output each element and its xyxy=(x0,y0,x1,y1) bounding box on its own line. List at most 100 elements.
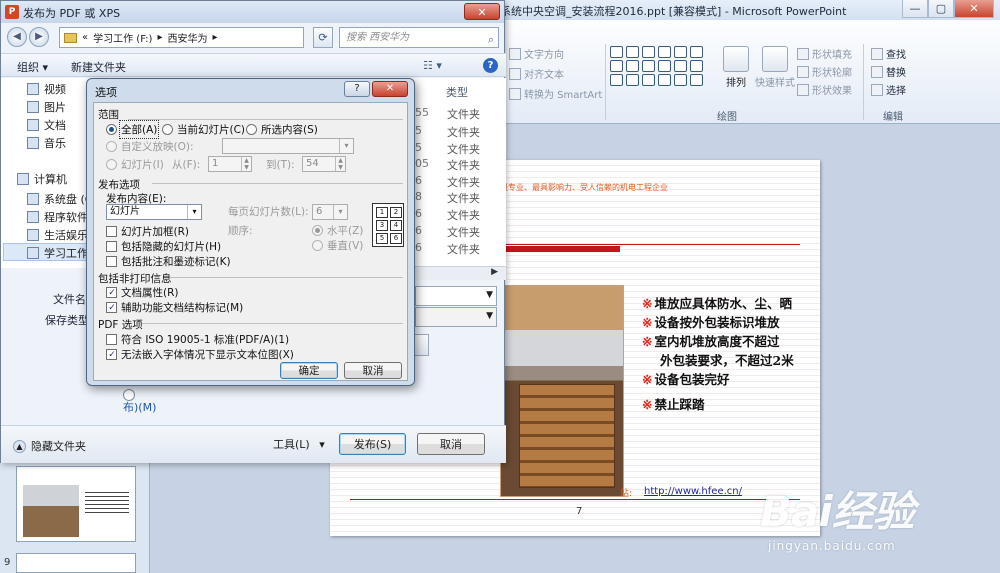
nav-item-pictures[interactable]: 图片 xyxy=(27,99,66,115)
help-icon[interactable]: ? xyxy=(344,81,370,97)
slide-thumbnail[interactable] xyxy=(16,553,136,573)
shape-brace-icon[interactable] xyxy=(674,74,687,86)
quick-styles-button[interactable]: 快速样式 xyxy=(755,46,795,89)
shape-triangle-icon[interactable] xyxy=(642,60,655,72)
shape-line-icon[interactable] xyxy=(658,46,671,58)
shape-rect-icon[interactable] xyxy=(610,46,623,58)
publish-option-label[interactable]: 布)(M) xyxy=(123,399,156,415)
file-type-cell[interactable]: 文件夹 xyxy=(447,224,480,240)
slides-per-page-select[interactable]: 6 ▾ xyxy=(312,204,348,220)
shape-oval-icon[interactable] xyxy=(626,60,639,72)
order-horizontal-radio[interactable]: 水平(Z) xyxy=(312,223,363,238)
arrange-button[interactable]: 排列 xyxy=(723,46,749,89)
close-icon[interactable]: ✕ xyxy=(372,81,408,97)
shape-outline-button[interactable]: 形状轮廓 xyxy=(797,64,852,79)
document-properties-checkbox[interactable]: 文档属性(R) xyxy=(106,285,179,300)
view-options-icon[interactable]: ☷ ▾ xyxy=(423,59,442,72)
ok-button[interactable]: 确定 xyxy=(280,362,338,379)
minimize-icon[interactable]: — xyxy=(902,0,928,18)
back-arrow-icon[interactable]: ◀ xyxy=(7,27,27,47)
address-bar[interactable]: « 学习工作 (F:) ▸ 西安华为 ▸ xyxy=(59,27,304,48)
shape-fill-button[interactable]: 形状填充 xyxy=(797,46,852,61)
maximize-icon[interactable]: ▢ xyxy=(928,0,954,18)
hide-folders-toggle[interactable]: ▲ 隐藏文件夹 xyxy=(13,438,86,454)
scroll-right-icon[interactable]: ▶ xyxy=(491,267,498,277)
savetype-select[interactable]: ▼ xyxy=(415,307,497,327)
range-slides-radio[interactable]: 幻灯片(I) xyxy=(106,157,164,172)
range-custom-show-radio[interactable]: 自定义放映(O): xyxy=(106,139,194,154)
nav-item-drive-d[interactable]: 程序软件 xyxy=(27,209,88,225)
spinner-arrows-icon[interactable]: ▲ ▼ xyxy=(335,157,345,171)
shape-rect-icon[interactable] xyxy=(674,46,687,58)
slide-url[interactable]: http://www.hfee.cn/ xyxy=(644,486,742,497)
file-type-cell[interactable]: 文件夹 xyxy=(447,157,480,173)
shape-star-icon[interactable] xyxy=(690,74,703,86)
file-type-cell[interactable]: 文件夹 xyxy=(447,174,480,190)
accessibility-tags-checkbox[interactable]: 辅助功能文档结构标记(M) xyxy=(106,300,243,315)
nav-item-videos[interactable]: 视频 xyxy=(27,81,66,97)
shape-textbox-icon[interactable] xyxy=(626,46,639,58)
search-icon[interactable]: ⌕ xyxy=(488,30,494,49)
column-header-type[interactable]: 类型 xyxy=(446,84,468,100)
close-icon[interactable]: ✕ xyxy=(464,3,500,20)
nav-item-drive-f[interactable]: 学习工作 xyxy=(27,245,88,261)
select-button[interactable]: 选择 xyxy=(871,82,906,97)
shape-rect-icon[interactable] xyxy=(610,60,623,72)
organize-button[interactable]: 组织 ▾ xyxy=(17,59,48,75)
find-button[interactable]: 查找 xyxy=(871,46,906,61)
chevron-right-icon[interactable]: ▸ xyxy=(157,32,162,43)
file-type-cell[interactable]: 文件夹 xyxy=(447,190,480,206)
chevron-down-icon[interactable]: ▼ xyxy=(486,311,493,321)
refresh-icon[interactable]: ⟳ xyxy=(313,27,333,48)
file-type-cell[interactable]: 文件夹 xyxy=(447,241,480,257)
address-segment[interactable]: 西安华为 xyxy=(167,30,207,45)
pdfa-checkbox[interactable]: 符合 ISO 19005-1 标准(PDF/A)(1) xyxy=(106,332,289,347)
file-type-cell[interactable]: 文件夹 xyxy=(447,106,480,122)
nav-item-drive-e[interactable]: 生活娱乐 xyxy=(27,227,88,243)
shape-star-icon[interactable] xyxy=(626,74,639,86)
chevron-down-icon[interactable]: ▼ xyxy=(486,290,493,300)
shape-arrow-icon[interactable] xyxy=(690,60,703,72)
range-selection-radio[interactable]: 所选内容(S) xyxy=(246,122,318,137)
shapes-gallery[interactable] xyxy=(610,46,704,86)
slide-thumbnail[interactable] xyxy=(16,466,136,542)
file-type-cell[interactable]: 文件夹 xyxy=(447,141,480,157)
close-icon[interactable]: ✕ xyxy=(954,0,994,18)
range-current-radio[interactable]: 当前幻灯片(C) xyxy=(162,122,245,137)
cancel-button[interactable]: 取消 xyxy=(417,433,485,455)
convert-smartart-button[interactable]: 转换为 SmartArt xyxy=(509,86,602,101)
shape-line-icon[interactable] xyxy=(642,46,655,58)
file-type-cell[interactable]: 文件夹 xyxy=(447,207,480,223)
chevron-right-icon[interactable]: ▸ xyxy=(212,32,217,43)
replace-button[interactable]: 替换 xyxy=(871,64,906,79)
forward-arrow-icon[interactable]: ▶ xyxy=(29,27,49,47)
address-segment[interactable]: 学习工作 (F:) xyxy=(93,30,152,45)
include-hidden-checkbox[interactable]: 包括隐藏的幻灯片(H) xyxy=(106,239,221,254)
shape-curve-icon[interactable] xyxy=(642,74,655,86)
align-text-button[interactable]: 对齐文本 xyxy=(509,66,564,81)
range-all-radio[interactable]: 全部(A) xyxy=(106,120,160,139)
shape-oval-icon[interactable] xyxy=(690,46,703,58)
tools-menu[interactable]: 工具(L) ▾ xyxy=(273,436,325,452)
shape-bracket-icon[interactable] xyxy=(658,74,671,86)
file-type-cell[interactable]: 文件夹 xyxy=(447,124,480,140)
help-icon[interactable]: ? xyxy=(483,58,498,73)
shape-arrow-icon[interactable] xyxy=(610,74,623,86)
search-input[interactable]: 搜索 西安华为 ⌕ xyxy=(339,27,499,48)
text-direction-button[interactable]: 文字方向 xyxy=(509,46,564,61)
from-spinner[interactable]: 1 ▲ ▼ xyxy=(208,156,252,172)
nav-item-documents[interactable]: 文档 xyxy=(27,117,66,133)
shape-effects-button[interactable]: 形状效果 xyxy=(797,82,852,97)
order-vertical-radio[interactable]: 垂直(V) xyxy=(312,238,363,253)
publish-button[interactable]: 发布(S) xyxy=(339,433,406,455)
include-comments-checkbox[interactable]: 包括批注和墨迹标记(K) xyxy=(106,254,231,269)
shape-connector-icon[interactable] xyxy=(658,60,671,72)
bitmap-text-checkbox[interactable]: 无法嵌入字体情况下显示文本位图(X) xyxy=(106,347,294,362)
cancel-button[interactable]: 取消 xyxy=(344,362,402,379)
to-spinner[interactable]: 54 ▲ ▼ xyxy=(302,156,346,172)
custom-show-select[interactable]: ▾ xyxy=(222,138,354,154)
filename-input[interactable]: ▼ xyxy=(415,286,497,306)
spinner-arrows-icon[interactable]: ▲ ▼ xyxy=(241,157,251,171)
frame-slides-checkbox[interactable]: 幻灯片加框(R) xyxy=(106,224,189,239)
nav-item-computer[interactable]: 计算机 xyxy=(17,171,67,187)
